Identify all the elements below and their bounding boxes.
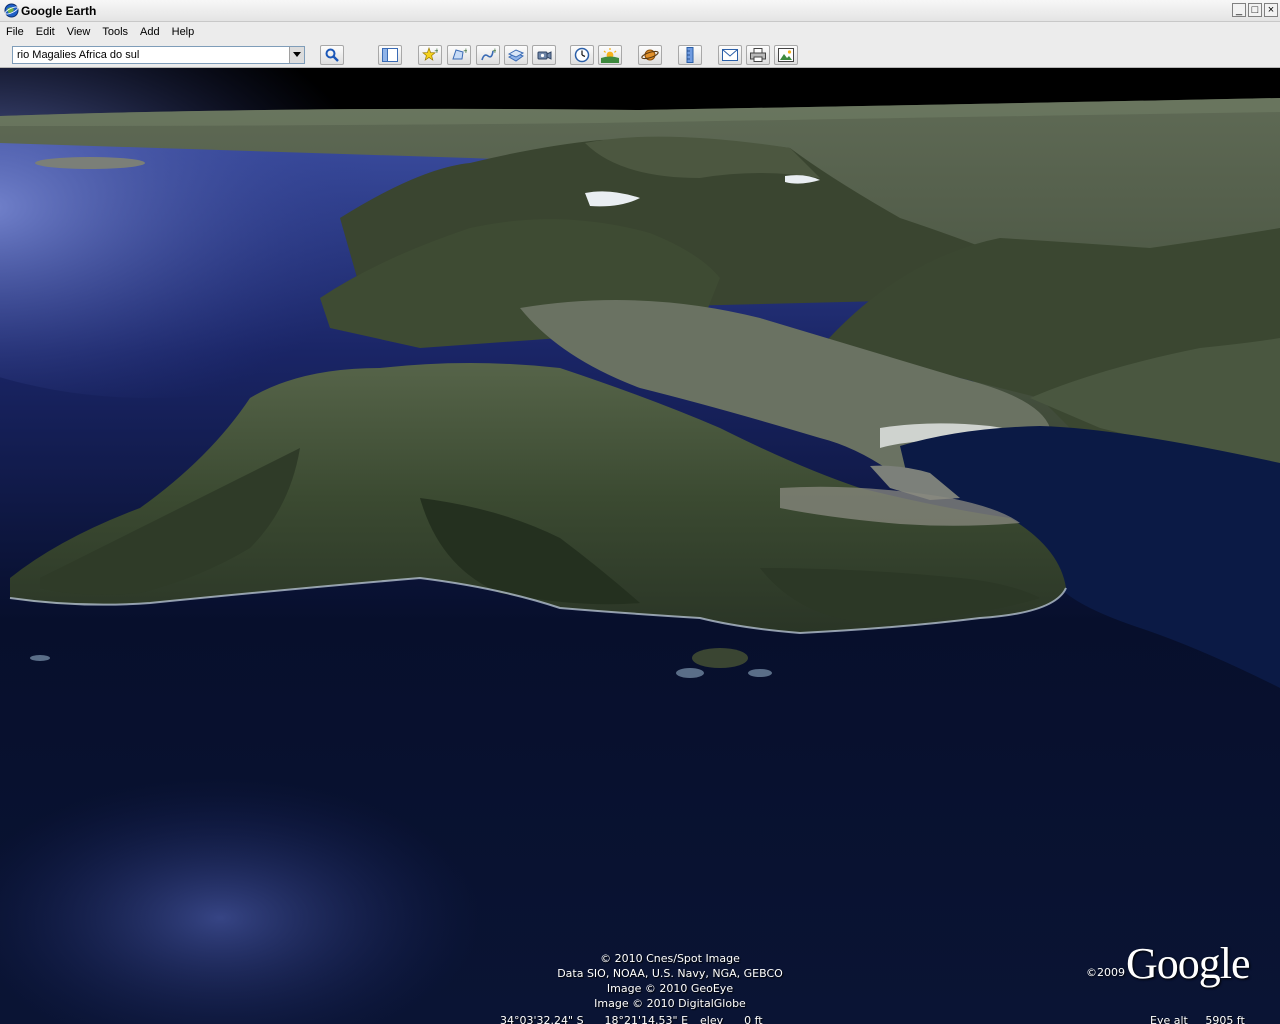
sidebar-toggle-icon [382, 48, 398, 62]
window-controls: _ □ × [1232, 3, 1278, 17]
search-history-dropdown[interactable] [289, 47, 304, 63]
window-title: Google Earth [21, 4, 97, 18]
title-bar: Google Earth _ □ × [0, 0, 1280, 22]
add-placemark-button[interactable]: + [418, 45, 442, 65]
search-button[interactable] [320, 45, 344, 65]
minimize-button[interactable]: _ [1232, 3, 1246, 17]
pointer-coordinates: 34°03'32.24" S 18°21'14.53" E [500, 1014, 689, 1024]
email-button[interactable] [718, 45, 742, 65]
polygon-icon: + [452, 47, 467, 60]
save-image-icon [778, 48, 794, 62]
menu-tools[interactable]: Tools [96, 26, 134, 38]
save-image-button[interactable] [774, 45, 798, 65]
svg-text:+: + [492, 47, 496, 55]
add-polygon-button[interactable]: + [447, 45, 471, 65]
historical-imagery-button[interactable] [570, 45, 594, 65]
add-path-button[interactable]: + [476, 45, 500, 65]
path-icon: + [481, 47, 496, 61]
attribution-line: © 2010 Cnes/Spot Image [600, 952, 740, 965]
svg-text:+: + [463, 47, 467, 55]
logo-year: ©2009 [1086, 966, 1125, 979]
image-overlay-icon [508, 49, 524, 62]
eye-altitude-readout: Eye alt 5905 ft [1150, 1014, 1245, 1024]
record-tour-icon [537, 51, 552, 60]
imagery-attribution: © 2010 Cnes/Spot Image Data SIO, NOAA, U… [500, 951, 840, 1011]
print-icon [750, 48, 766, 62]
menu-view[interactable]: View [61, 26, 97, 38]
maximize-button[interactable]: □ [1248, 3, 1262, 17]
email-icon [722, 49, 738, 61]
attribution-line: Image © 2010 GeoEye [606, 982, 734, 995]
sunlight-button[interactable] [598, 45, 622, 65]
google-earth-globe-icon [4, 3, 19, 18]
search-box [12, 46, 305, 64]
menu-edit[interactable]: Edit [30, 26, 61, 38]
planets-icon [641, 49, 659, 61]
logo-text: Google [1126, 939, 1251, 988]
toolbar: + + + [0, 42, 1280, 68]
menu-file[interactable]: File [0, 26, 30, 38]
svg-text:+: + [434, 47, 438, 55]
terrain-scene [0, 68, 1280, 1024]
sunlight-icon [601, 48, 619, 63]
map-viewport[interactable]: © 2010 Cnes/Spot Image Data SIO, NOAA, U… [0, 68, 1280, 1024]
attribution-line: Data SIO, NOAA, U.S. Navy, NGA, GEBCO [557, 967, 783, 980]
menu-help[interactable]: Help [166, 26, 201, 38]
ruler-button[interactable] [678, 45, 702, 65]
search-icon [325, 48, 339, 62]
print-button[interactable] [746, 45, 770, 65]
switch-planet-button[interactable] [638, 45, 662, 65]
close-button[interactable]: × [1264, 3, 1278, 17]
record-tour-button[interactable] [532, 45, 556, 65]
status-line: 34°03'32.24" S 18°21'14.53" E elev 0 ft … [0, 1012, 1280, 1024]
menu-bar: File Edit View Tools Add Help [0, 22, 1280, 42]
add-image-overlay-button[interactable] [504, 45, 528, 65]
placemark-icon: + [422, 47, 438, 61]
attribution-line: Image © 2010 DigitalGlobe [594, 997, 746, 1010]
chevron-down-icon [293, 52, 301, 57]
historical-imagery-icon [574, 47, 590, 63]
elevation-readout: elev 0 ft [700, 1014, 763, 1024]
sidebar-toggle-button[interactable] [378, 45, 402, 65]
search-input[interactable] [15, 47, 291, 63]
menu-add[interactable]: Add [134, 26, 166, 38]
google-earth-window: Google Earth _ □ × File Edit View Tools … [0, 0, 1280, 1024]
ruler-icon [686, 47, 694, 63]
